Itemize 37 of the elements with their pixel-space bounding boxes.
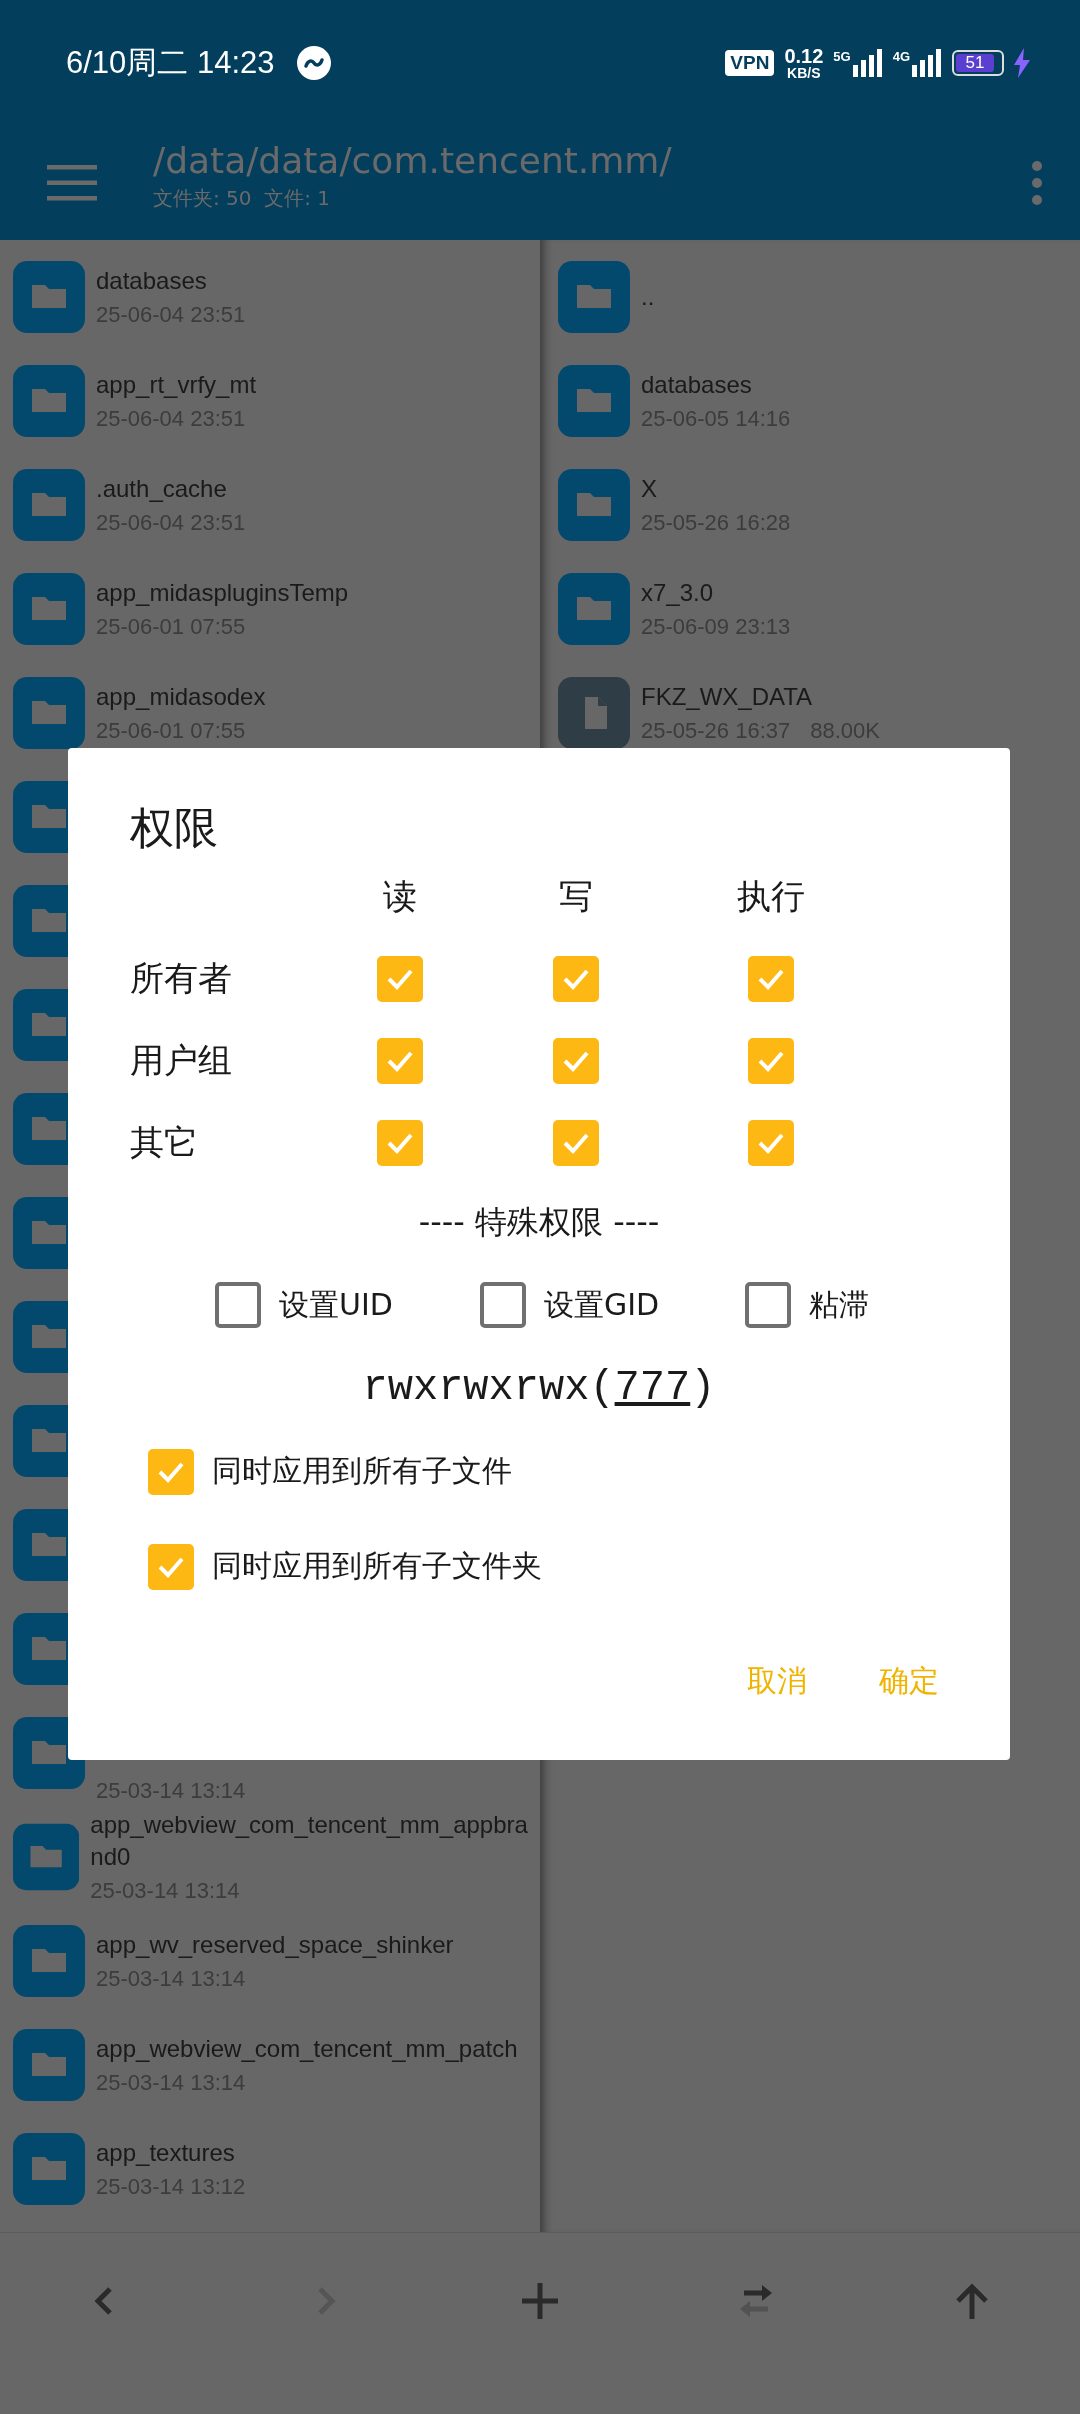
file-name: .. xyxy=(641,282,655,312)
checkbox-label: 同时应用到所有子文件夹 xyxy=(212,1547,542,1585)
file-name: app_rt_vrfy_mt xyxy=(96,370,257,400)
speed-unit: KB/S xyxy=(787,65,821,80)
file-name: databases xyxy=(641,370,753,400)
checkbox-label: 设置GID xyxy=(544,1285,660,1324)
file-name: FKZ_WX_DATA xyxy=(641,682,814,712)
item-counts: 文件夹: 50 文件: 1 xyxy=(153,184,332,212)
network-label: 4G xyxy=(892,48,910,64)
column-header: 执行 xyxy=(737,875,805,918)
column-header: 读 xyxy=(383,875,417,918)
file-name: app_webview_com_tencent_mm_appbrand0 xyxy=(90,1810,529,1872)
network-label: 5G xyxy=(833,48,851,64)
speed-value: 0.12 xyxy=(784,45,824,66)
column-header: 写 xyxy=(559,875,593,918)
checkbox-label: 粘滞 xyxy=(809,1285,869,1324)
dialog-title: 权限 xyxy=(130,801,219,855)
file-name: app_midaspluginsTemp xyxy=(96,578,349,608)
file-name: .auth_cache xyxy=(96,474,228,504)
file-name: X xyxy=(641,474,658,504)
file-name: app_textures xyxy=(96,2138,236,2168)
row-label: 用户组 xyxy=(130,1039,233,1082)
file-name: x7_3.0 xyxy=(641,578,715,608)
row-label: 其它 xyxy=(130,1121,199,1164)
section-title: ---- 特殊权限 ---- xyxy=(417,1202,661,1242)
file-name: app_webview_com_tencent_mm_patch xyxy=(96,2034,518,2064)
permission-string: rwxrwxrwx(777) xyxy=(362,1364,716,1412)
row-label: 所有者 xyxy=(130,957,233,1000)
checkbox-label: 同时应用到所有子文件 xyxy=(212,1452,512,1490)
checkbox-label: 设置UID xyxy=(279,1285,393,1324)
file-name: databases xyxy=(96,266,208,296)
battery-level: 51 xyxy=(956,53,994,72)
folder-path: /data/data/com.tencent.mm/ xyxy=(153,138,673,183)
file-name: app_midasodex xyxy=(96,682,266,712)
vpn-badge: VPN xyxy=(725,49,775,76)
status-time: 6/10周二 14:23 xyxy=(66,43,275,82)
file-name: app_wv_reserved_space_shinker xyxy=(96,1930,454,1960)
